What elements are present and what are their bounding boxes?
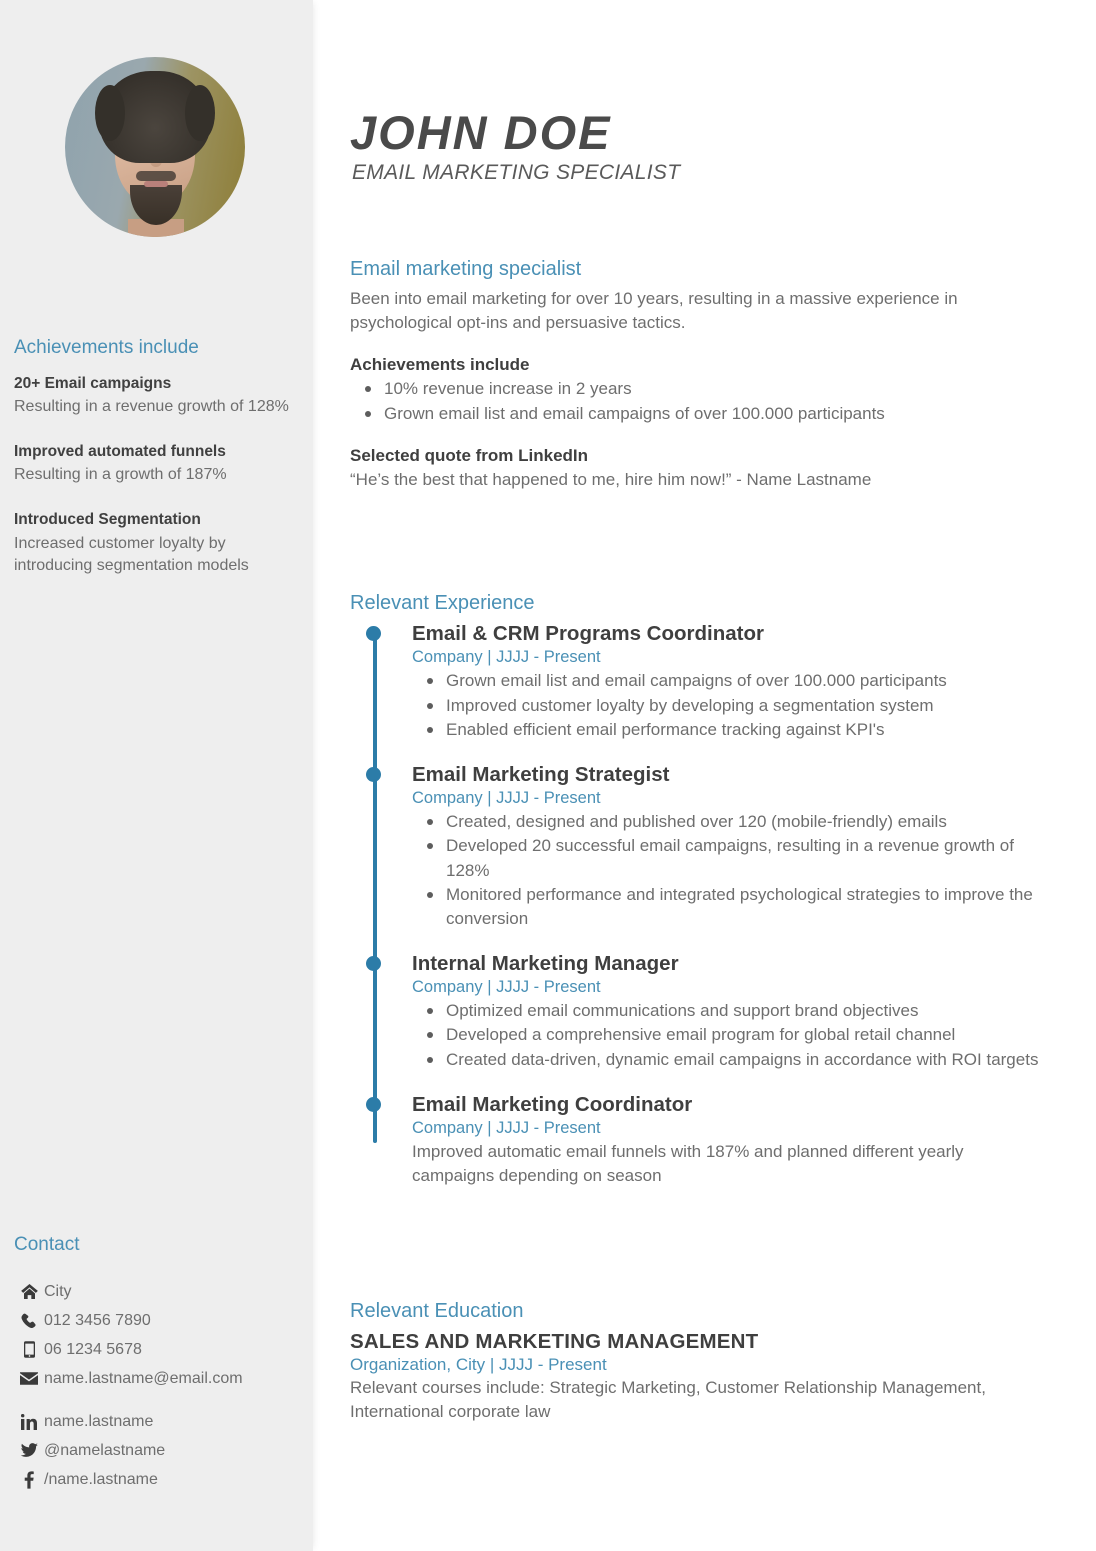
contact-value-phone: 012 3456 7890 bbox=[44, 1311, 151, 1329]
list-item: Improved customer loyalty by developing … bbox=[427, 694, 1050, 718]
summary-quote: “He’s the best that happened to me, hire… bbox=[350, 469, 872, 489]
summary-achievements-list: 10% revenue increase in 2 years Grown em… bbox=[350, 377, 1050, 425]
portrait-hair bbox=[95, 71, 215, 163]
facebook-icon bbox=[14, 1470, 44, 1489]
experience-entry: Email Marketing Strategist Company | JJJ… bbox=[366, 762, 1050, 931]
experience-job-meta: Company | JJJJ - Present bbox=[412, 788, 601, 807]
main-column: JOHN DOE EMAIL MARKETING SPECIALIST Emai… bbox=[313, 0, 1096, 1551]
contact-row-facebook: /name.lastname bbox=[14, 1465, 304, 1494]
experience-job-paragraph: Improved automatic email funnels with 18… bbox=[412, 1142, 964, 1186]
sidebar-achievement-item: Introduced Segmentation Increased custom… bbox=[14, 510, 299, 576]
summary-section: Email marketing specialist Been into ema… bbox=[350, 258, 1050, 492]
experience-section: Relevant Experience Email & CRM Programs… bbox=[350, 592, 1050, 1188]
sidebar-achievement-text: Resulting in a growth of 187% bbox=[14, 466, 227, 484]
contact-value-linkedin: name.lastname bbox=[44, 1412, 154, 1430]
home-icon bbox=[14, 1284, 44, 1299]
experience-job-title: Email & CRM Programs Coordinator bbox=[412, 622, 764, 645]
contact-row-linkedin: name.lastname bbox=[14, 1407, 304, 1436]
experience-bullets: Optimized email communications and suppo… bbox=[412, 999, 1050, 1071]
contact-value-facebook: /name.lastname bbox=[44, 1470, 158, 1488]
timeline-dot-icon bbox=[366, 1096, 381, 1112]
experience-job-title: Internal Marketing Manager bbox=[412, 951, 679, 975]
timeline-dot-icon bbox=[366, 766, 381, 782]
contact-row-email: name.lastname@email.com bbox=[14, 1364, 304, 1393]
contact-value-mobile: 06 1234 5678 bbox=[44, 1340, 142, 1358]
contact-row-city: City bbox=[14, 1277, 304, 1306]
sidebar-achievements-section: Achievements include 20+ Email campaigns… bbox=[14, 337, 299, 577]
contact-row-phone: 012 3456 7890 bbox=[14, 1306, 304, 1335]
contact-section: Contact City 012 3456 7890 06 1234 5678 … bbox=[14, 1234, 304, 1494]
education-section: Relevant Education SALES AND MARKETING M… bbox=[350, 1300, 1050, 1424]
summary-heading: Email marketing specialist bbox=[350, 258, 582, 280]
contact-list: City 012 3456 7890 06 1234 5678 name.las… bbox=[14, 1277, 304, 1494]
sidebar-achievement-title: Introduced Segmentation bbox=[14, 511, 201, 529]
page-title: JOHN DOE bbox=[350, 106, 612, 159]
list-item: Developed a comprehensive email program … bbox=[427, 1023, 1050, 1047]
experience-bullets: Created, designed and published over 120… bbox=[412, 810, 1050, 931]
contact-row-mobile: 06 1234 5678 bbox=[14, 1335, 304, 1364]
list-item: Enabled efficient email performance trac… bbox=[427, 718, 1050, 742]
experience-job-title: Email Marketing Coordinator bbox=[412, 1092, 693, 1116]
portrait-moustache bbox=[136, 171, 176, 181]
list-item: Created data-driven, dynamic email campa… bbox=[427, 1048, 1050, 1072]
linkedin-icon bbox=[14, 1413, 44, 1430]
sidebar: Achievements include 20+ Email campaigns… bbox=[0, 0, 313, 1551]
education-meta: Organization, City | JJJJ - Present bbox=[350, 1355, 607, 1374]
experience-entry: Internal Marketing Manager Company | JJJ… bbox=[366, 951, 1050, 1072]
list-item: Created, designed and published over 120… bbox=[427, 810, 1050, 834]
education-program-title: SALES AND MARKETING MANAGEMENT bbox=[350, 1330, 759, 1353]
experience-job-meta: Company | JJJJ - Present bbox=[412, 977, 601, 996]
experience-bullets: Grown email list and email campaigns of … bbox=[412, 669, 1050, 741]
summary-quote-label: Selected quote from LinkedIn bbox=[350, 445, 589, 465]
summary-achievements-label: Achievements include bbox=[350, 355, 530, 375]
portrait-lips bbox=[144, 181, 168, 187]
list-item: 10% revenue increase in 2 years bbox=[365, 377, 1050, 401]
sidebar-achievement-text: Increased customer loyalty by introducin… bbox=[14, 534, 249, 574]
sidebar-achievement-text: Resulting in a revenue growth of 128% bbox=[14, 398, 289, 416]
experience-job-meta: Company | JJJJ - Present bbox=[412, 1118, 601, 1137]
list-item: Grown email list and email campaigns of … bbox=[365, 402, 1050, 426]
header-name-block: JOHN DOE EMAIL MARKETING SPECIALIST bbox=[350, 108, 680, 185]
contact-row-twitter: @namelastname bbox=[14, 1436, 304, 1465]
experience-timeline: Email & CRM Programs Coordinator Company… bbox=[350, 621, 1050, 1188]
mobile-icon bbox=[14, 1341, 44, 1358]
experience-entry: Email Marketing Coordinator Company | JJ… bbox=[366, 1092, 1050, 1189]
timeline-dot-icon bbox=[366, 955, 381, 971]
list-item: Grown email list and email campaigns of … bbox=[427, 669, 1050, 693]
education-heading: Relevant Education bbox=[350, 1300, 524, 1322]
list-item: Optimized email communications and suppo… bbox=[427, 999, 1050, 1023]
sidebar-achievement-item: Improved automated funnels Resulting in … bbox=[14, 442, 299, 486]
contact-value-twitter: @namelastname bbox=[44, 1441, 166, 1459]
sidebar-achievement-title: Improved automated funnels bbox=[14, 443, 226, 461]
contact-heading: Contact bbox=[14, 1234, 80, 1255]
envelope-icon bbox=[14, 1372, 44, 1385]
timeline-dot-icon bbox=[366, 626, 381, 641]
profile-photo bbox=[65, 57, 245, 237]
list-item: Monitored performance and integrated psy… bbox=[427, 883, 1050, 931]
experience-job-title: Email Marketing Strategist bbox=[412, 762, 670, 786]
contact-divider-space bbox=[14, 1393, 304, 1407]
sidebar-achievement-title: 20+ Email campaigns bbox=[14, 375, 172, 392]
timeline-line bbox=[373, 633, 377, 1143]
summary-intro: Been into email marketing for over 10 ye… bbox=[350, 289, 958, 333]
sidebar-achievements-heading: Achievements include bbox=[14, 337, 199, 358]
twitter-icon bbox=[14, 1443, 44, 1458]
experience-entry: Email & CRM Programs Coordinator Company… bbox=[366, 621, 1050, 742]
header-job-title: EMAIL MARKETING SPECIALIST bbox=[352, 161, 681, 185]
education-body: Relevant courses include: Strategic Mark… bbox=[350, 1378, 986, 1422]
phone-icon bbox=[14, 1313, 44, 1329]
contact-value-email: name.lastname@email.com bbox=[44, 1369, 243, 1387]
experience-heading: Relevant Experience bbox=[350, 592, 535, 614]
contact-value-city: City bbox=[44, 1282, 72, 1300]
list-item: Developed 20 successful email campaigns,… bbox=[427, 834, 1050, 882]
experience-job-meta: Company | JJJJ - Present bbox=[412, 648, 601, 666]
resume-page: Achievements include 20+ Email campaigns… bbox=[0, 0, 1096, 1551]
sidebar-achievement-item: 20+ Email campaigns Resulting in a reven… bbox=[14, 374, 299, 418]
photo-portrait bbox=[95, 71, 215, 237]
